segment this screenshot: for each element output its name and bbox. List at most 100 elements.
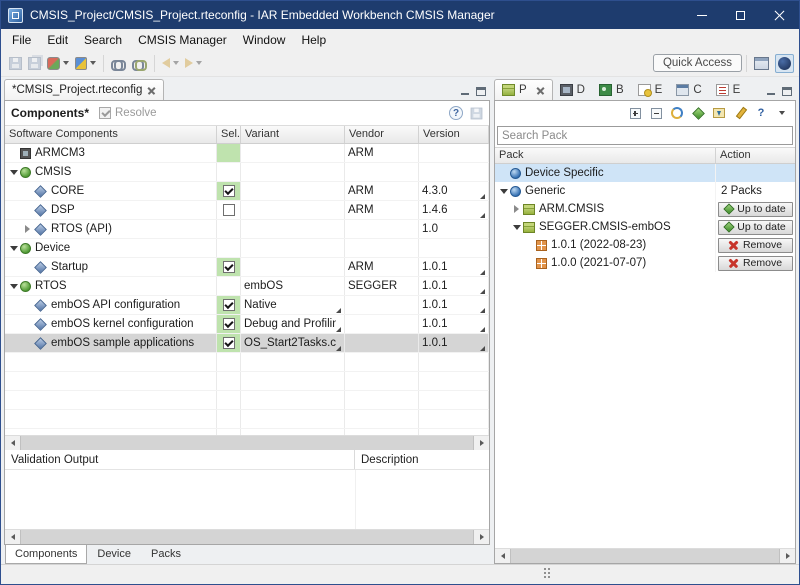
- checkbox-checked-icon[interactable]: [223, 337, 235, 349]
- column-action[interactable]: Action: [716, 148, 795, 163]
- component-row-embos-sample-applications[interactable]: embOS sample applicationsOS_Start2Tasks.…: [5, 334, 489, 353]
- minimize-view-icon[interactable]: [461, 87, 470, 96]
- view-tab-packs[interactable]: P: [494, 79, 553, 100]
- maximize-view-icon[interactable]: [476, 87, 486, 96]
- column-vendor[interactable]: Vendor: [345, 126, 419, 143]
- selection-cell[interactable]: [217, 182, 241, 200]
- minimize-button[interactable]: [682, 1, 721, 29]
- pack-row-generic[interactable]: Generic2 Packs: [495, 182, 795, 200]
- cmsis-perspective-button[interactable]: [775, 54, 794, 73]
- pack-help-icon[interactable]: ?: [752, 104, 770, 122]
- close-tab-icon[interactable]: [536, 86, 545, 95]
- save-all-button[interactable]: [25, 52, 44, 74]
- menu-item-window[interactable]: Window: [235, 31, 294, 49]
- pack-row-device-specific[interactable]: Device Specific: [495, 164, 795, 182]
- pack-row-arm-cmsis[interactable]: ARM.CMSISUp to date: [495, 200, 795, 218]
- column-version[interactable]: Version: [419, 126, 489, 143]
- view-menu-icon[interactable]: [773, 104, 791, 122]
- close-button[interactable]: [760, 1, 799, 29]
- scrollbar-thumb[interactable]: [20, 436, 474, 450]
- sash-grip[interactable]: [544, 568, 552, 579]
- link-editor-button[interactable]: [108, 52, 129, 74]
- collapse-icon[interactable]: [8, 243, 19, 254]
- open-perspective-button[interactable]: [751, 52, 772, 74]
- checkbox-checked-icon[interactable]: [223, 318, 235, 330]
- validation-hscrollbar[interactable]: [5, 529, 489, 544]
- collapse-icon[interactable]: [498, 186, 509, 197]
- component-row-rtos-api[interactable]: RTOS (API)1.0: [5, 220, 489, 239]
- variant-cell[interactable]: Native: [241, 296, 345, 314]
- bottom-tab-components[interactable]: Components: [5, 545, 87, 564]
- column-variant[interactable]: Variant: [241, 126, 345, 143]
- component-row-armcm3[interactable]: ARMCM3ARM: [5, 144, 489, 163]
- checkbox-checked-icon[interactable]: [223, 261, 235, 273]
- variant-cell[interactable]: Debug and Profiling: [241, 315, 345, 333]
- scroll-left-icon[interactable]: [495, 549, 510, 563]
- view-tab-devices[interactable]: D: [553, 79, 592, 100]
- view-tab-boards[interactable]: B: [592, 79, 631, 100]
- expand-icon[interactable]: [511, 204, 522, 215]
- selection-cell[interactable]: [217, 334, 241, 352]
- component-row-device[interactable]: Device: [5, 239, 489, 258]
- quick-access-button[interactable]: Quick Access: [653, 54, 742, 72]
- editor-tab-rteconfig[interactable]: *CMSIS_Project.rteconfig: [4, 79, 164, 100]
- selection-cell[interactable]: [217, 296, 241, 314]
- component-row-cmsis[interactable]: CMSIS: [5, 163, 489, 182]
- help-icon[interactable]: ?: [449, 106, 463, 120]
- maximize-button[interactable]: [721, 1, 760, 29]
- component-row-embos-api-configuration[interactable]: embOS API configurationNative1.0.1: [5, 296, 489, 315]
- checkbox-unchecked-icon[interactable]: [223, 204, 235, 216]
- view-tab-console[interactable]: C: [669, 79, 708, 100]
- refresh-icon[interactable]: [668, 104, 686, 122]
- link-selection-button[interactable]: [129, 52, 150, 74]
- check-updates-icon[interactable]: [689, 104, 707, 122]
- component-row-dsp[interactable]: DSPARM1.4.6: [5, 201, 489, 220]
- close-tab-icon[interactable]: [147, 86, 156, 95]
- back-button[interactable]: [159, 52, 182, 74]
- pack-row-1-0-0-2021-07-07[interactable]: 1.0.0 (2021-07-07)Remove: [495, 254, 795, 272]
- menu-item-help[interactable]: Help: [293, 31, 334, 49]
- scroll-right-icon[interactable]: [474, 436, 489, 450]
- pack-row-segger-cmsis-embos[interactable]: SEGGER.CMSIS-embOSUp to date: [495, 218, 795, 236]
- maximize-view-icon[interactable]: [782, 87, 792, 96]
- scrollbar-thumb[interactable]: [20, 530, 474, 544]
- search-pack-input[interactable]: [497, 126, 793, 145]
- variant-cell[interactable]: OS_Start2Tasks.c: [241, 334, 345, 352]
- expand-all-icon[interactable]: [626, 104, 644, 122]
- up-to-date-button[interactable]: Up to date: [718, 202, 793, 217]
- scroll-left-icon[interactable]: [5, 436, 20, 450]
- scroll-right-icon[interactable]: [780, 549, 795, 563]
- selection-cell[interactable]: [217, 315, 241, 333]
- collapse-icon[interactable]: [8, 281, 19, 292]
- view-tab-errorlog[interactable]: E: [709, 79, 748, 100]
- bottom-tab-packs[interactable]: Packs: [141, 545, 191, 564]
- pack-row-1-0-1-2022-08-23[interactable]: 1.0.1 (2022-08-23)Remove: [495, 236, 795, 254]
- column-sel[interactable]: Sel.: [217, 126, 241, 143]
- scroll-right-icon[interactable]: [474, 530, 489, 544]
- column-pack[interactable]: Pack: [495, 148, 716, 163]
- packs-hscrollbar[interactable]: [495, 548, 795, 563]
- menu-item-search[interactable]: Search: [76, 31, 130, 49]
- expand-icon[interactable]: [22, 224, 33, 235]
- scrollbar-thumb[interactable]: [510, 549, 780, 563]
- minimize-view-icon[interactable]: [767, 87, 776, 96]
- checkbox-checked-icon[interactable]: [223, 185, 235, 197]
- menu-item-file[interactable]: File: [4, 31, 39, 49]
- collapse-icon[interactable]: [8, 167, 19, 178]
- forward-button[interactable]: [182, 52, 205, 74]
- save-config-icon[interactable]: [471, 107, 483, 119]
- up-to-date-button[interactable]: Up to date: [718, 220, 793, 235]
- collapse-icon[interactable]: [511, 222, 522, 233]
- component-row-rtos[interactable]: RTOSembOSSEGGER1.0.1: [5, 277, 489, 296]
- remove-pack-button[interactable]: Remove: [718, 256, 793, 271]
- selection-cell[interactable]: [217, 258, 241, 276]
- component-row-startup[interactable]: StartupARM1.0.1: [5, 258, 489, 277]
- resolve-checkbox[interactable]: [99, 107, 111, 119]
- component-row-embos-kernel-configuration[interactable]: embOS kernel configurationDebug and Prof…: [5, 315, 489, 334]
- menu-item-cmsis-manager[interactable]: CMSIS Manager: [130, 31, 235, 49]
- manage-repos-icon[interactable]: [731, 104, 749, 122]
- column-software-components[interactable]: Software Components: [5, 126, 217, 143]
- collapse-all-icon[interactable]: [647, 104, 665, 122]
- import-pack-icon[interactable]: [710, 104, 728, 122]
- bottom-tab-device[interactable]: Device: [87, 545, 141, 564]
